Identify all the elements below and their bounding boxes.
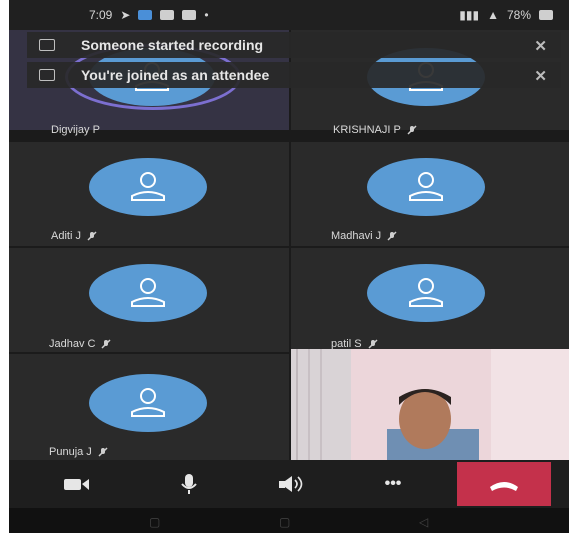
speaker-button[interactable] xyxy=(271,460,311,508)
person-icon xyxy=(409,172,443,201)
wifi-icon: ▲ xyxy=(487,8,499,22)
battery-icon xyxy=(539,10,553,20)
status-right: ▮▮▮ ▲ 78% xyxy=(459,8,553,22)
close-icon[interactable]: ✕ xyxy=(534,67,547,85)
participant-name-row: Madhavi J xyxy=(331,230,397,242)
app-icon xyxy=(138,10,153,20)
participant-name: Madhavi J xyxy=(331,230,382,242)
signal-icon: ▮▮▮ xyxy=(459,8,480,22)
status-time: 7:09 xyxy=(89,8,113,22)
mic-muted-icon xyxy=(387,231,397,241)
recording-notice: Someone started recording ✕ xyxy=(27,32,561,58)
participant-name-row: Punuja J xyxy=(49,446,108,458)
more-icon: ••• xyxy=(384,475,402,492)
mic-muted-icon xyxy=(87,231,97,241)
avatar xyxy=(367,158,485,216)
recents-icon[interactable]: ▢ xyxy=(149,515,160,529)
participant-tile[interactable]: Punuja J xyxy=(9,354,289,460)
mic-muted-icon xyxy=(407,125,417,135)
hang-up-icon xyxy=(490,482,518,491)
person-icon xyxy=(131,172,165,201)
mic-muted-icon xyxy=(101,339,112,349)
self-video-preview[interactable] xyxy=(291,349,569,460)
participant-name: Aditi J xyxy=(51,230,81,242)
notification-icon-2 xyxy=(182,10,197,20)
participant-name-row: Digvijay P xyxy=(51,124,100,136)
avatar xyxy=(89,158,207,216)
participant-tile[interactable]: patil S xyxy=(291,248,569,352)
person-icon xyxy=(409,278,443,307)
notification-icon xyxy=(160,10,175,20)
info-icon xyxy=(39,69,55,81)
participant-name: KRISHNAJI P xyxy=(333,124,401,136)
arrow-icon: ➤ xyxy=(120,8,131,22)
participant-tile[interactable]: Jadhav C xyxy=(9,248,289,352)
participant-name-row: Aditi J xyxy=(51,230,97,242)
navigation-bar: ▢ ▢ ◁ xyxy=(9,508,569,533)
participant-name: Jadhav C xyxy=(49,338,96,350)
dot-icon: • xyxy=(204,8,209,22)
camera-button[interactable] xyxy=(57,460,97,508)
person-icon xyxy=(131,388,165,417)
participant-tile[interactable]: Aditi J xyxy=(9,142,289,246)
end-call-button[interactable] xyxy=(457,462,551,506)
battery-percent: 78% xyxy=(506,8,531,22)
status-bar: 7:09 ➤ • ▮▮▮ ▲ 78% xyxy=(9,0,569,30)
participant-name: Digvijay P xyxy=(51,124,100,136)
mic-muted-icon xyxy=(368,339,378,349)
notice-text: You're joined as an attendee xyxy=(81,67,270,83)
phone-screen: 7:09 ➤ • ▮▮▮ ▲ 78% Digvijay P KRISHNAJI … xyxy=(9,0,569,533)
status-left: 7:09 ➤ • xyxy=(89,8,209,22)
home-icon[interactable]: ▢ xyxy=(279,515,290,529)
microphone-icon xyxy=(181,474,197,494)
close-icon[interactable]: ✕ xyxy=(534,37,547,55)
participant-name: Punuja J xyxy=(49,446,92,458)
info-icon xyxy=(39,39,55,51)
notice-text: Someone started recording xyxy=(81,37,264,53)
back-icon[interactable]: ◁ xyxy=(419,515,428,529)
person-icon xyxy=(131,278,165,307)
participant-name-row: Jadhav C xyxy=(49,338,112,350)
participant-name-row: KRISHNAJI P xyxy=(333,124,417,136)
mic-button[interactable] xyxy=(169,460,209,508)
camera-icon xyxy=(64,479,89,490)
avatar xyxy=(89,374,207,432)
more-options-button[interactable]: ••• xyxy=(373,460,413,508)
self-video-image xyxy=(291,349,569,460)
avatar xyxy=(89,264,207,322)
speaker-icon xyxy=(279,476,303,492)
mic-muted-icon xyxy=(98,447,108,457)
attendee-notice: You're joined as an attendee ✕ xyxy=(27,62,561,88)
participant-tile[interactable]: Madhavi J xyxy=(291,142,569,246)
avatar xyxy=(367,264,485,322)
